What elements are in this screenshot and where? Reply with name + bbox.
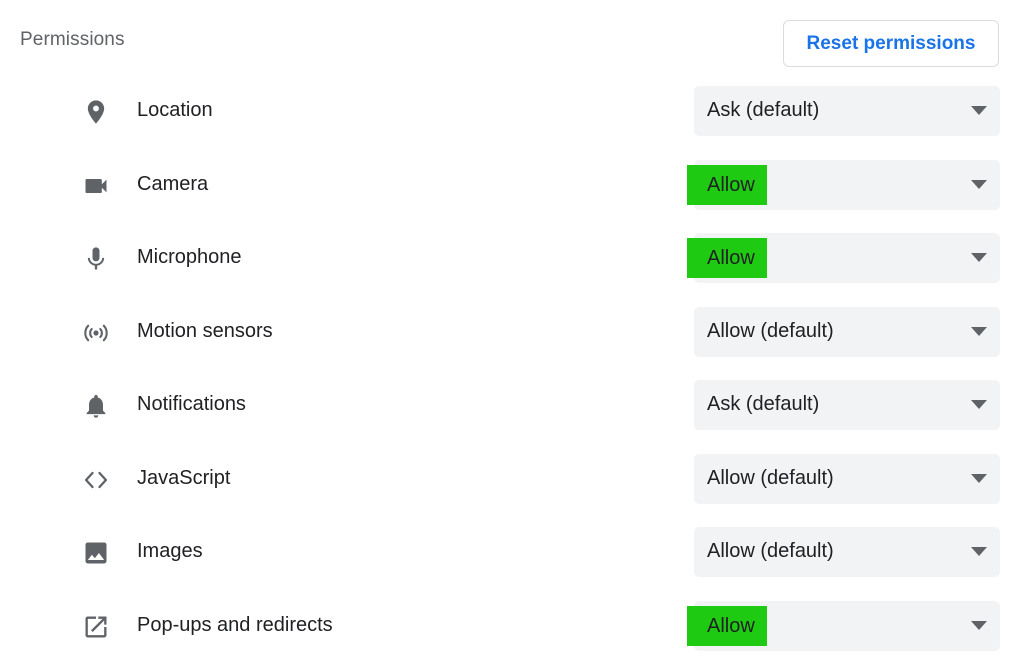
permission-row-javascript: JavaScript Allow (default)	[0, 454, 1024, 504]
reset-permissions-button[interactable]: Reset permissions	[783, 20, 999, 67]
permission-row-notifications: Notifications Ask (default)	[0, 380, 1024, 430]
permission-row-images: Images Allow (default)	[0, 527, 1024, 577]
select-value: Allow	[687, 165, 767, 205]
permission-row-camera: Camera Allow	[0, 160, 1024, 210]
permission-label: Location	[137, 99, 213, 121]
permission-label: Notifications	[137, 393, 246, 415]
image-icon	[82, 539, 110, 567]
chevron-down-icon	[971, 547, 987, 556]
chevron-down-icon	[971, 474, 987, 483]
select-value: Allow (default)	[707, 467, 834, 489]
select-value: Ask (default)	[707, 99, 820, 121]
popups-permission-select[interactable]: Allow	[687, 601, 1000, 651]
microphone-icon	[82, 245, 110, 273]
select-value: Allow	[687, 606, 767, 646]
permission-row-microphone: Microphone Allow	[0, 233, 1024, 283]
notifications-permission-select[interactable]: Ask (default)	[694, 380, 1000, 430]
select-value: Allow (default)	[707, 540, 834, 562]
motion-sensors-icon	[82, 319, 110, 347]
location-permission-select[interactable]: Ask (default)	[694, 86, 1000, 136]
permission-label: Microphone	[137, 246, 242, 268]
chevron-down-icon	[971, 400, 987, 409]
chevron-down-icon	[971, 253, 987, 262]
permission-row-location: Location Ask (default)	[0, 86, 1024, 136]
motion-sensors-permission-select[interactable]: Allow (default)	[694, 307, 1000, 357]
code-brackets-icon	[82, 466, 110, 494]
permission-label: Camera	[137, 173, 209, 195]
select-value: Ask (default)	[707, 393, 820, 415]
select-value: Allow (default)	[707, 320, 834, 342]
chevron-down-icon	[971, 180, 987, 189]
chevron-down-icon	[971, 621, 987, 630]
camera-permission-select[interactable]: Allow	[687, 160, 1000, 210]
permission-label: Motion sensors	[137, 320, 273, 342]
images-permission-select[interactable]: Allow (default)	[694, 527, 1000, 577]
video-camera-icon	[82, 172, 110, 200]
chevron-down-icon	[971, 106, 987, 115]
permission-label: Pop-ups and redirects	[137, 614, 333, 636]
permission-label: Images	[137, 540, 203, 562]
permission-label: JavaScript	[137, 467, 231, 489]
open-in-new-icon	[82, 613, 110, 641]
permissions-section-title: Permissions	[20, 29, 125, 50]
microphone-permission-select[interactable]: Allow	[687, 233, 1000, 283]
location-pin-icon	[82, 98, 110, 126]
bell-icon	[82, 392, 110, 420]
select-value: Allow	[687, 238, 767, 278]
permission-row-motion-sensors: Motion sensors Allow (default)	[0, 307, 1024, 357]
chevron-down-icon	[971, 327, 987, 336]
permission-row-popups: Pop-ups and redirects Allow	[0, 601, 1024, 651]
javascript-permission-select[interactable]: Allow (default)	[694, 454, 1000, 504]
